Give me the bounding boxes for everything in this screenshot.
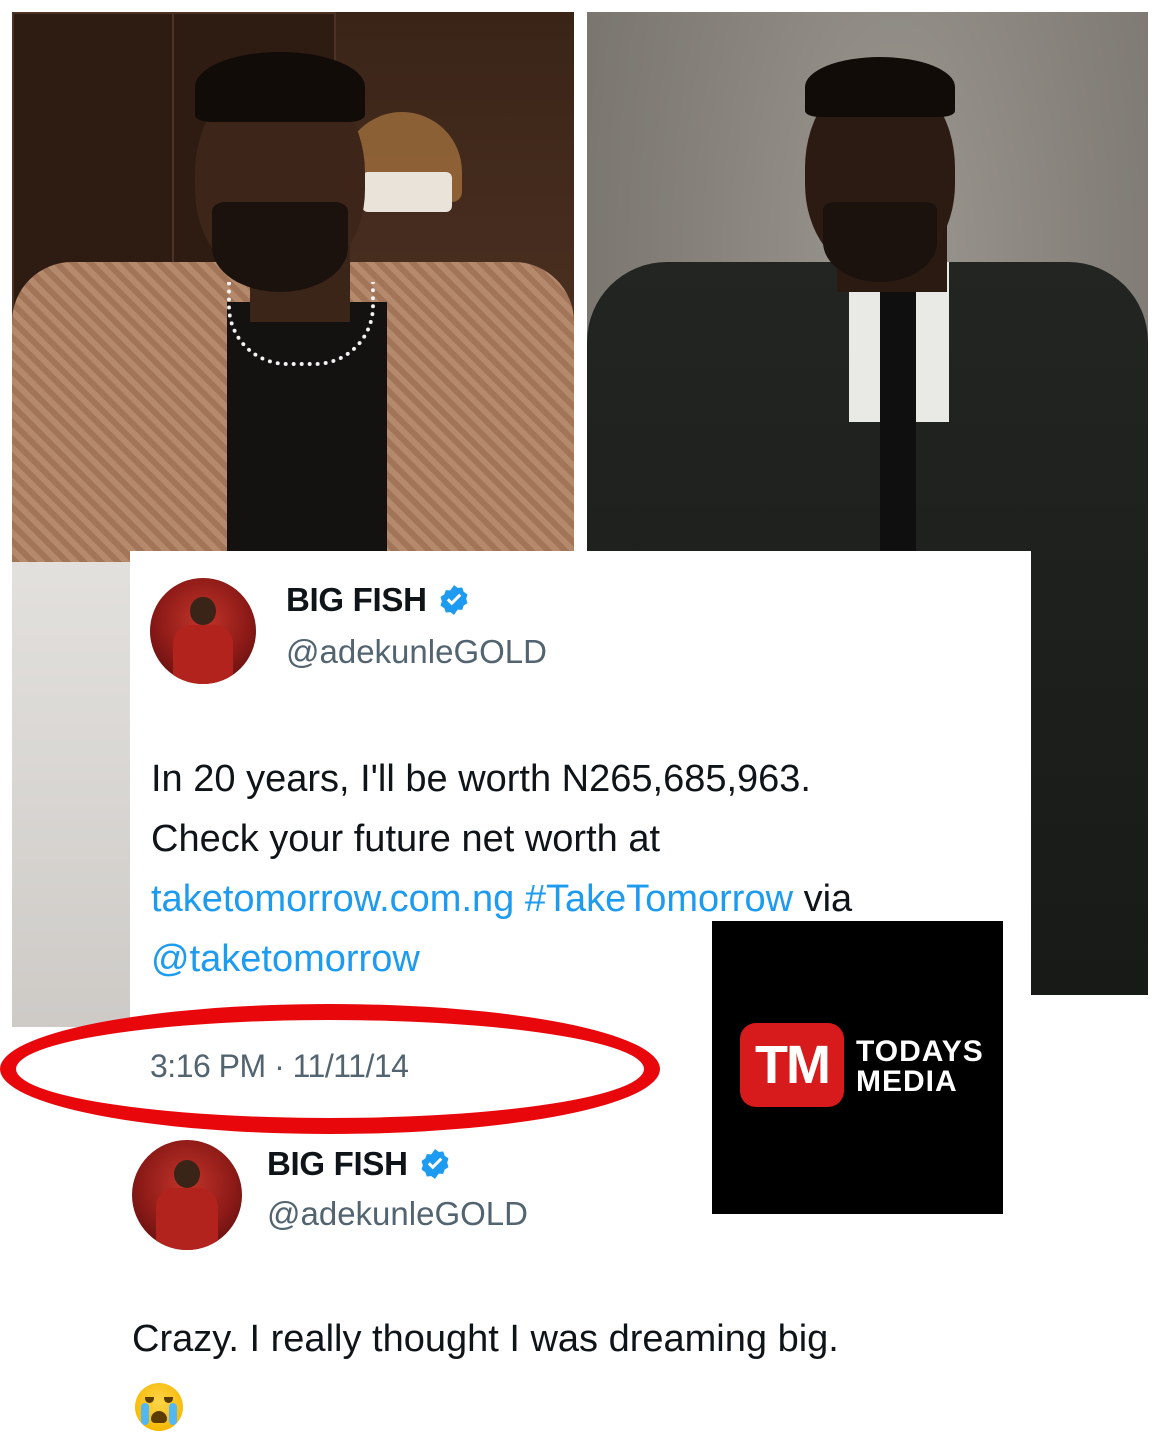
user-handle[interactable]: @adekunleGOLD bbox=[286, 633, 547, 671]
logo-word-line2: MEDIA bbox=[856, 1065, 958, 1098]
tweet-hashtag[interactable]: #TakeTomorrow bbox=[525, 878, 793, 920]
red-circle-annotation bbox=[0, 1004, 660, 1134]
display-name[interactable]: BIG FISH bbox=[267, 1145, 408, 1183]
tweet-text-line: In 20 years, I'll be worth N265,685,963. bbox=[151, 758, 811, 800]
loudly-crying-face-icon bbox=[135, 1383, 183, 1431]
reply-tweet-text: Crazy. I really thought I was dreaming b… bbox=[132, 1318, 839, 1360]
tweet-text-line: Check your future net worth at bbox=[151, 818, 661, 860]
logo-word-line1: TODAYS bbox=[856, 1035, 984, 1068]
user-handle[interactable]: @adekunleGOLD bbox=[267, 1195, 528, 1233]
avatar[interactable] bbox=[150, 578, 256, 684]
todays-media-logo: TM TODAYS MEDIA bbox=[712, 921, 1003, 1214]
display-name[interactable]: BIG FISH bbox=[286, 581, 427, 619]
verified-badge-icon bbox=[440, 585, 468, 615]
avatar[interactable] bbox=[132, 1140, 242, 1250]
verified-badge-icon bbox=[421, 1149, 449, 1179]
tm-badge: TM bbox=[740, 1023, 844, 1107]
tweet-mention[interactable]: @taketomorrow bbox=[151, 938, 420, 980]
tweet-link[interactable]: taketomorrow.com.ng bbox=[151, 878, 514, 920]
via-word: via bbox=[803, 878, 853, 920]
tweet-text-line: taketomorrow.com.ng #TakeTomorrow via bbox=[151, 869, 1021, 929]
